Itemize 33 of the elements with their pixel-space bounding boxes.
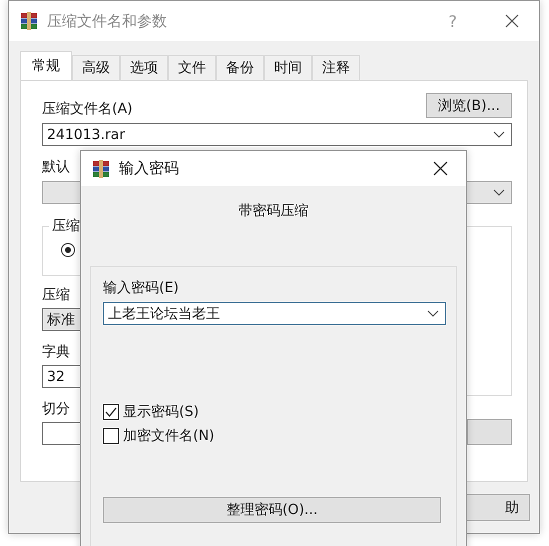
checkmark-icon <box>104 405 118 419</box>
tab[interactable]: 常规 <box>20 51 72 80</box>
field-label: 默认 <box>42 158 70 176</box>
tab[interactable]: 高级 <box>72 55 120 80</box>
group-label: 压缩 <box>49 217 83 235</box>
field-label: 切分 <box>42 400 70 418</box>
checkbox[interactable]: 显示密码(S) <box>103 403 214 421</box>
tab[interactable]: 备份 <box>216 55 264 80</box>
chevron-icon <box>493 189 505 196</box>
field-label: 输入密码(E) <box>103 279 179 297</box>
dialog-heading: 带密码压缩 <box>238 202 310 220</box>
manage-passwords-button[interactable]: 整理密码(O)... <box>103 497 441 523</box>
checkbox[interactable]: 加密文件名(N) <box>103 427 214 445</box>
archive-name-field[interactable]: 241013.rar <box>42 123 512 146</box>
tab[interactable]: 注释 <box>312 55 360 80</box>
close-icon[interactable] <box>505 14 519 28</box>
field-label: 压缩文件名(A) <box>42 100 133 118</box>
field-label: 压缩 <box>42 286 70 304</box>
tab[interactable]: 选项 <box>120 55 168 80</box>
browse-button[interactable]: 浏览(B)... <box>426 93 512 118</box>
help-button[interactable]: 助 <box>464 494 530 521</box>
close-icon[interactable] <box>433 161 448 176</box>
field-label: 字典 <box>42 343 70 361</box>
chevron-icon <box>493 131 505 138</box>
tab[interactable]: 时间 <box>264 55 312 80</box>
password-field[interactable]: 上老王论坛当老王 <box>103 302 446 325</box>
books-icon <box>19 11 39 31</box>
chevron-icon <box>427 310 439 317</box>
dialog-title: 输入密码 <box>119 159 179 178</box>
books-icon <box>91 158 111 178</box>
radio-button[interactable] <box>61 243 75 257</box>
window-title: 压缩文件名和参数 <box>47 12 167 30</box>
tab[interactable]: 文件 <box>168 55 216 80</box>
